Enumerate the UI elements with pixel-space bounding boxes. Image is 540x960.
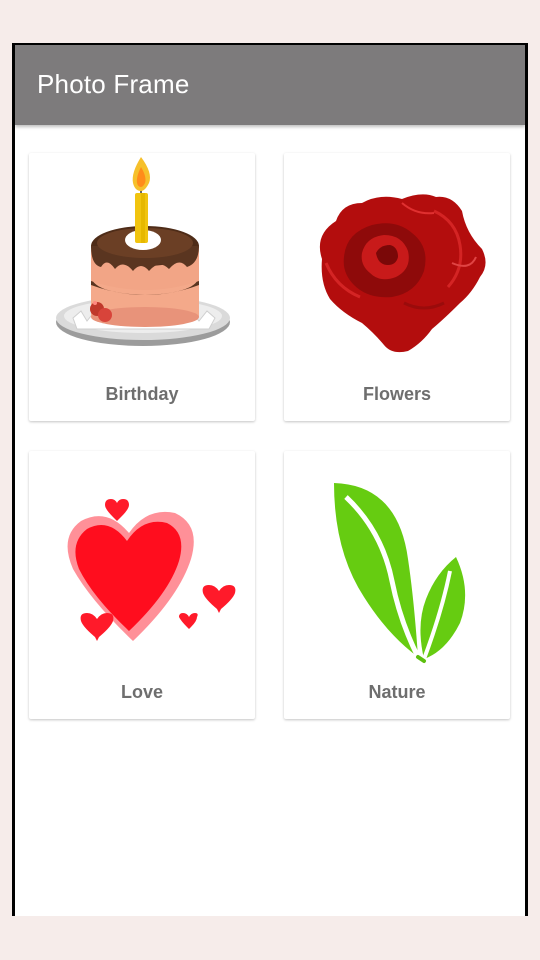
app-bar: Photo Frame — [15, 45, 525, 125]
app-title: Photo Frame — [37, 69, 190, 99]
category-label: Nature — [368, 682, 426, 702]
birthday-cake-icon — [29, 153, 255, 373]
category-card-birthday[interactable]: Birthday — [29, 153, 255, 421]
category-label: Flowers — [362, 384, 432, 404]
hearts-icon — [29, 451, 255, 671]
category-card-love[interactable]: Love — [29, 451, 255, 719]
app-screen: Photo Frame Birthday Flowers Love Nature — [15, 45, 525, 916]
category-label: Love — [120, 682, 163, 702]
red-rose-icon — [284, 153, 510, 373]
category-label: Birthday — [105, 384, 179, 404]
green-leaves-icon — [284, 451, 510, 671]
category-card-nature[interactable]: Nature — [284, 451, 510, 719]
category-card-flowers[interactable]: Flowers — [284, 153, 510, 421]
